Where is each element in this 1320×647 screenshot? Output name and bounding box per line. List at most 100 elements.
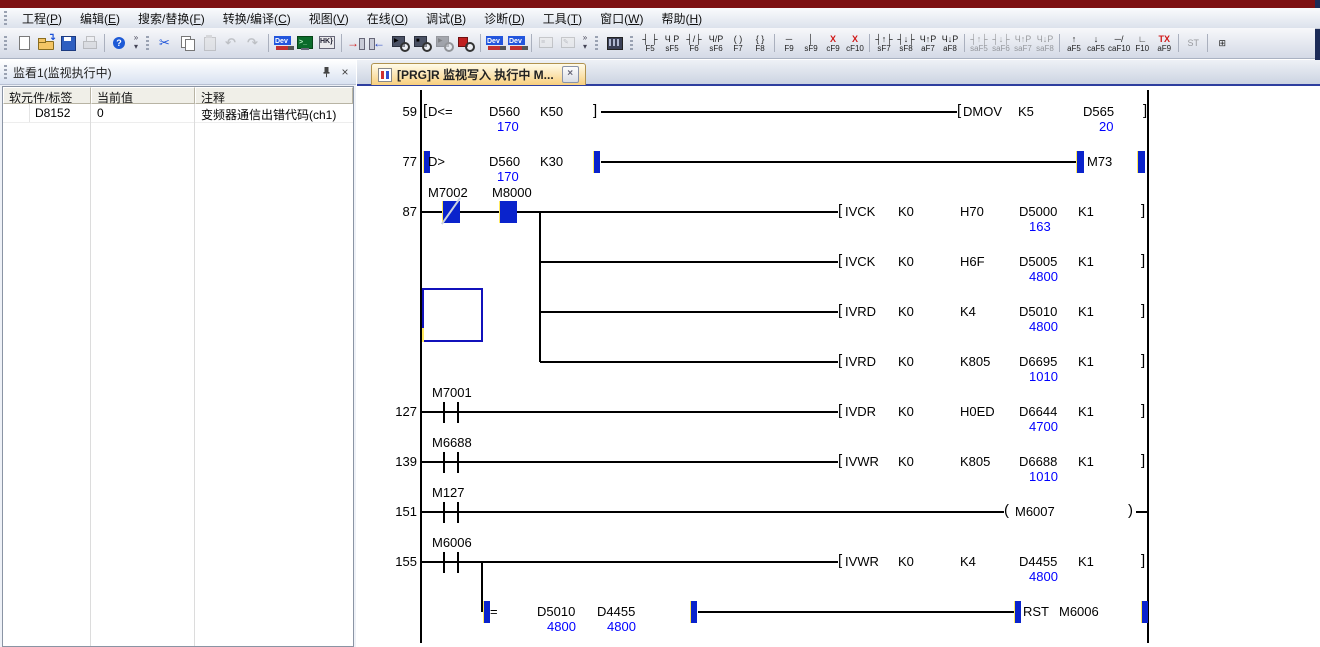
save-project-button[interactable] (57, 32, 79, 54)
operand-K0[interactable]: K0 (898, 354, 914, 370)
device-monitor-button[interactable]: >_ (294, 32, 316, 54)
contact-M127[interactable] (457, 502, 459, 523)
instruction-IVWR[interactable]: IVWR (845, 554, 879, 570)
menu-item-6[interactable]: 调试(B) (417, 8, 475, 29)
menu-item-4[interactable]: 视图(V) (300, 8, 358, 29)
row-selector-cell[interactable] (3, 104, 30, 122)
operand-D5010[interactable]: D5010 (537, 604, 575, 620)
pin-icon[interactable] (318, 65, 334, 80)
ladder-fn-F8-button[interactable]: { } F8 (749, 30, 771, 56)
menu-item-1[interactable]: 编辑(E) (71, 8, 129, 29)
menu-item-3[interactable]: 转换/编译(C) (214, 8, 300, 29)
ladder-fn-aF5-button[interactable]: ↑ aF5 (1063, 30, 1085, 56)
ladder-fn-aF8-button[interactable]: Ч↓Р aF8 (939, 30, 961, 56)
operand-D560[interactable]: D560 (489, 104, 520, 120)
operand-D5010[interactable]: D5010 (1019, 304, 1057, 320)
tab-prg-monitor[interactable]: [PRG]R 监视写入 执行中 M... × (371, 63, 586, 85)
operand-K1[interactable]: K1 (1078, 254, 1094, 270)
menubar-grip[interactable] (4, 11, 7, 25)
read-from-plc-button[interactable]: ← (367, 32, 389, 54)
operand-K1[interactable]: K1 (1078, 204, 1094, 220)
tab-close-icon[interactable]: × (561, 66, 579, 83)
instruction-IVCK[interactable]: IVCK (845, 254, 875, 270)
operand-K0[interactable]: K0 (898, 554, 914, 570)
contact-M7001[interactable] (457, 402, 459, 423)
operand-K1[interactable]: K1 (1078, 304, 1094, 320)
operand-D5005[interactable]: D5005 (1019, 254, 1057, 270)
watch-window-titlebar[interactable]: 监看1(监视执行中) × (0, 60, 356, 85)
hk-display-button[interactable]: HK} (316, 32, 338, 54)
ladder-fn-F5-button[interactable]: ┤ ├ F5 (639, 30, 661, 56)
operand-K0[interactable]: K0 (898, 204, 914, 220)
menu-item-2[interactable]: 搜索/替换(F) (129, 8, 214, 29)
operand-K0[interactable]: K0 (898, 404, 914, 420)
operand-K50[interactable]: K50 (540, 104, 563, 120)
menu-item-7[interactable]: 诊断(D) (475, 8, 534, 29)
ladder-fn-sF8-button[interactable]: ┤↓├ sF8 (895, 30, 917, 56)
toolbar-grip[interactable] (4, 36, 7, 50)
operand-K1[interactable]: K1 (1078, 404, 1094, 420)
device-cell[interactable]: D8152 (30, 104, 92, 122)
value-cell[interactable]: 0 (92, 104, 196, 122)
ladder-fn-aF7-button[interactable]: Ч↑Р aF7 (917, 30, 939, 56)
ladder-fn-caF5-button[interactable]: ↓ caF5 (1085, 30, 1107, 56)
operand-K4[interactable]: K4 (960, 304, 976, 320)
operand-K805[interactable]: K805 (960, 454, 990, 470)
ladder-fn-F6-button[interactable]: ┤/├ F6 (683, 30, 705, 56)
operand-D4455[interactable]: D4455 (1019, 554, 1057, 570)
operand-H0ED[interactable]: H0ED (960, 404, 995, 420)
instruction-IVWR[interactable]: IVWR (845, 454, 879, 470)
monitor-start-button[interactable]: ▶ (389, 32, 411, 54)
device-display-button[interactable]: Dev (484, 32, 506, 54)
menu-item-0[interactable]: 工程(P) (13, 8, 71, 29)
instruction-IVRD[interactable]: IVRD (845, 304, 876, 320)
coil-M73[interactable]: M73 (1087, 154, 1112, 170)
contact-M6688[interactable] (443, 452, 445, 473)
instruction-IVRD[interactable]: IVRD (845, 354, 876, 370)
toolbar-grip[interactable] (595, 36, 598, 50)
monitor-stop-button[interactable]: ■ (411, 32, 433, 54)
ladder-fn-sF9-button[interactable]: │ sF9 (800, 30, 822, 56)
ladder-fn-F10-button[interactable]: ∟ F10 (1131, 30, 1153, 56)
copy-button[interactable] (177, 32, 199, 54)
operand-D565[interactable]: D565 (1083, 104, 1114, 120)
contact-M127[interactable] (443, 502, 445, 523)
instruction-D<=[interactable]: D<= (428, 104, 453, 120)
menu-item-9[interactable]: 窗口(W) (591, 8, 652, 29)
ladder-fn-sF6-button[interactable]: Ч/Р sF6 (705, 30, 727, 56)
operand-K0[interactable]: K0 (898, 254, 914, 270)
new-project-button[interactable] (13, 32, 35, 54)
operand-K4[interactable]: K4 (960, 554, 976, 570)
instruction-IVCK[interactable]: IVCK (845, 204, 875, 220)
contact-M7001[interactable] (443, 402, 445, 423)
operand-K0[interactable]: K0 (898, 304, 914, 320)
cut-button[interactable]: ✂ (155, 32, 177, 54)
ladder-fn-sF5-button[interactable]: Ч РsF5 (661, 30, 683, 56)
write-to-plc-button[interactable]: → (345, 32, 367, 54)
ladder-fn-caF10-button[interactable]: ─/caF10 (1107, 30, 1131, 56)
operand-K0[interactable]: K0 (898, 454, 914, 470)
close-icon[interactable]: × (337, 65, 353, 80)
contact-M8000[interactable] (499, 201, 517, 223)
ladder-fn-aF9-button[interactable]: TX aF9 (1153, 30, 1175, 56)
operand-D6644[interactable]: D6644 (1019, 404, 1057, 420)
menu-item-8[interactable]: 工具(T) (534, 8, 591, 29)
operand-H70[interactable]: H70 (960, 204, 984, 220)
operand-H6F[interactable]: H6F (960, 254, 985, 270)
ladder-fn-F7-button[interactable]: ( ) F7 (727, 30, 749, 56)
contact-M6688[interactable] (457, 452, 459, 473)
ladder-fn-sF7-button[interactable]: ┤↑├ sF7 (873, 30, 895, 56)
operand-K805[interactable]: K805 (960, 354, 990, 370)
help-button[interactable]: ? (108, 32, 130, 54)
instruction-DMOV[interactable]: DMOV (963, 104, 1002, 120)
operand-D560[interactable]: D560 (489, 154, 520, 170)
open-project-button[interactable]: ↴ (35, 32, 57, 54)
ladder-fn-cF9-button[interactable]: XcF9 (822, 30, 844, 56)
operand-K1[interactable]: K1 (1078, 554, 1094, 570)
operand-K1[interactable]: K1 (1078, 354, 1094, 370)
toolbar-overflow-button[interactable]: » ▾ (579, 31, 591, 55)
operand-D4455[interactable]: D4455 (597, 604, 635, 620)
ladder-fn-cF10-button[interactable]: XcF10 (844, 30, 866, 56)
dock-grip[interactable] (4, 65, 7, 79)
keyboard-input-button[interactable] (604, 32, 626, 54)
